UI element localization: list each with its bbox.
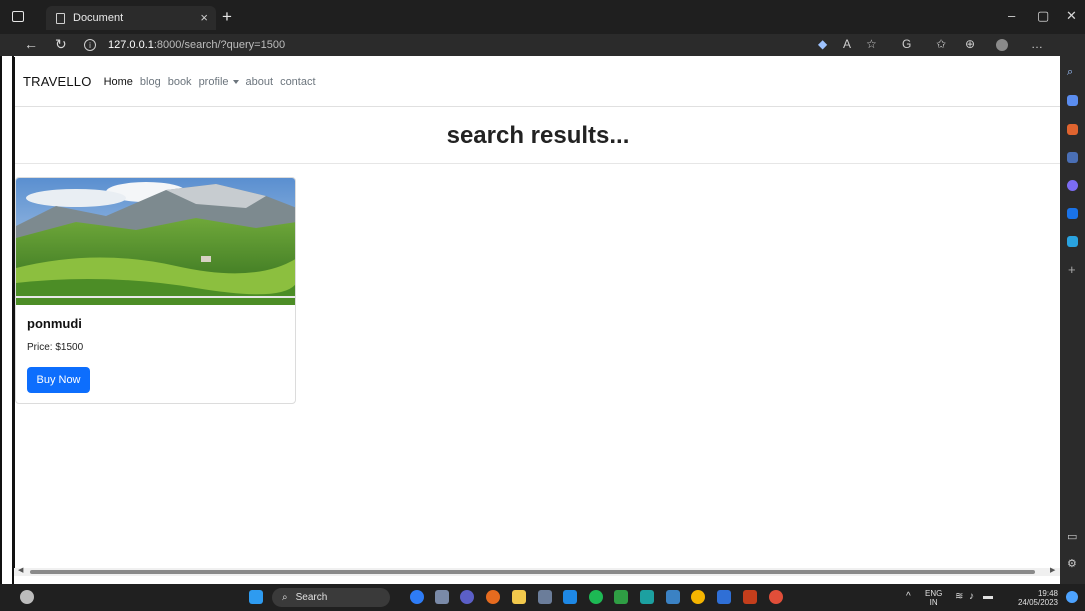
- url-path: :8000/search/?query=1500: [153, 39, 286, 51]
- brand-logo[interactable]: TRAVELLO: [23, 74, 92, 89]
- maximize-icon[interactable]: ▢: [1037, 8, 1049, 24]
- sidebar-add-icon[interactable]: +: [1068, 262, 1076, 277]
- sidebar-search-icon[interactable]: ⌕: [1067, 66, 1073, 79]
- destination-image: [16, 178, 295, 305]
- site-info-icon[interactable]: i: [84, 39, 96, 51]
- nav-link-home[interactable]: Home: [104, 76, 133, 88]
- page-viewport: TRAVELLO Home blog book profile about co…: [14, 57, 1060, 572]
- refresh-icon[interactable]: ↻: [55, 36, 67, 53]
- windows-taskbar: ⌕ Search ^ ENG IN ≋ ♪ ▬ 19:48 24/05/2023: [0, 584, 1085, 611]
- nav-link-profile-label: profile: [198, 75, 229, 88]
- taskbar-edge-icon[interactable]: [640, 590, 654, 604]
- taskbar-pycharm-icon[interactable]: [614, 590, 628, 604]
- taskbar-spotify-icon[interactable]: [589, 590, 603, 604]
- clock-date: 24/05/2023: [1017, 598, 1058, 607]
- sidebar-copilot-icon[interactable]: [1067, 180, 1078, 191]
- nav-link-contact[interactable]: contact: [280, 76, 315, 88]
- taskbar-store-icon[interactable]: [538, 590, 552, 604]
- tab-actions-icon[interactable]: [12, 11, 24, 22]
- language-indicator[interactable]: ENG IN: [925, 589, 942, 607]
- refresh-circle-icon[interactable]: G: [902, 37, 911, 51]
- buy-now-button[interactable]: Buy Now: [27, 367, 90, 393]
- scroll-right-icon[interactable]: ▶: [1050, 566, 1055, 574]
- search-icon: ⌕: [282, 592, 288, 603]
- browser-toolbar: ← ↻ i 127.0.0.1:8000/search/?query=1500 …: [0, 34, 1085, 56]
- sidebar-tag-icon[interactable]: [1067, 95, 1078, 106]
- sidebar-layout-icon[interactable]: ▭: [1067, 530, 1077, 543]
- site-navbar: TRAVELLO Home blog book profile about co…: [15, 57, 1060, 107]
- nav-link-about[interactable]: about: [246, 76, 274, 88]
- favorites-icon[interactable]: ✩: [936, 37, 946, 51]
- tab-title: Document: [73, 12, 124, 24]
- weather-icon[interactable]: [20, 590, 34, 604]
- horizontal-scrollbar[interactable]: ◀ ▶: [14, 566, 1060, 576]
- taskbar-widgets-icon[interactable]: [435, 590, 449, 604]
- close-window-icon[interactable]: ✕: [1066, 8, 1077, 24]
- back-arrow-icon[interactable]: ←: [24, 36, 38, 52]
- taskbar-app-icon[interactable]: [717, 590, 731, 604]
- taskbar-files-icon[interactable]: [512, 590, 526, 604]
- windows-start-icon[interactable]: [249, 590, 263, 604]
- url-host: 127.0.0.1: [108, 39, 154, 51]
- notification-badge-icon[interactable]: [1066, 591, 1078, 603]
- tray-chevron-icon[interactable]: ^: [906, 592, 911, 602]
- clock-time: 19:48: [1037, 589, 1058, 598]
- nav-link-book[interactable]: book: [168, 76, 192, 88]
- taskbar-bing-icon[interactable]: [410, 590, 424, 604]
- window-frame-left: [0, 0, 14, 611]
- taskbar-firefox-icon[interactable]: [486, 590, 500, 604]
- tag-icon[interactable]: ◆: [818, 37, 827, 51]
- more-menu-icon[interactable]: …: [1031, 37, 1043, 51]
- nav-link-blog[interactable]: blog: [140, 76, 161, 88]
- taskbar-search[interactable]: ⌕ Search: [272, 588, 390, 607]
- new-tab-icon[interactable]: +: [222, 7, 232, 27]
- close-tab-icon[interactable]: ×: [200, 10, 208, 25]
- region-code: IN: [929, 598, 938, 607]
- browser-tab[interactable]: Document ×: [46, 6, 216, 30]
- card-title: ponmudi: [27, 316, 82, 331]
- clock[interactable]: 19:48 24/05/2023: [1010, 589, 1058, 607]
- wifi-icon[interactable]: ≋: [955, 592, 963, 602]
- scrollbar-thumb[interactable]: [30, 570, 1035, 574]
- scroll-left-icon[interactable]: ◀: [18, 566, 23, 574]
- sidebar-settings-icon[interactable]: ⚙: [1067, 557, 1077, 570]
- sidebar-telegram-icon[interactable]: [1067, 236, 1078, 247]
- favorite-star-icon[interactable]: ☆: [866, 37, 877, 51]
- browser-titlebar: Document × + – ▢ ✕: [0, 0, 1085, 34]
- taskbar-search-label: Search: [295, 592, 328, 603]
- minimize-icon[interactable]: –: [1008, 8, 1015, 23]
- document-icon: [56, 12, 65, 24]
- results-header: search results...: [15, 108, 1060, 164]
- taskbar-amazon-icon[interactable]: [666, 590, 680, 604]
- sidebar-shopping-icon[interactable]: [1067, 124, 1078, 135]
- profile-avatar-icon[interactable]: [996, 39, 1008, 51]
- taskbar-vscode-icon[interactable]: [563, 590, 577, 604]
- taskbar-colorapp-icon[interactable]: [769, 590, 783, 604]
- taskbar-meet-icon[interactable]: [460, 590, 474, 604]
- card-price: Price: $1500: [27, 342, 84, 353]
- page-title: search results...: [446, 121, 630, 149]
- battery-icon[interactable]: ▬: [983, 592, 993, 602]
- read-aloud-icon[interactable]: A: [843, 37, 851, 51]
- collections-icon[interactable]: ⊕: [965, 37, 975, 51]
- sidebar-games-icon[interactable]: [1067, 152, 1078, 163]
- taskbar-powerpoint-icon[interactable]: [743, 590, 757, 604]
- taskbar-chrome-icon[interactable]: [691, 590, 705, 604]
- address-bar[interactable]: i 127.0.0.1:8000/search/?query=1500: [84, 35, 804, 55]
- volume-icon[interactable]: ♪: [969, 592, 974, 602]
- nav-link-profile[interactable]: profile: [199, 76, 239, 88]
- sidebar-outlook-icon[interactable]: [1067, 208, 1078, 219]
- destination-card: ponmudi Price: $1500 Buy Now: [15, 177, 296, 404]
- language-code: ENG: [925, 589, 943, 598]
- edge-sidebar: ⌕ + ▭ ⚙: [1060, 34, 1085, 584]
- dropdown-caret-icon: [232, 79, 239, 84]
